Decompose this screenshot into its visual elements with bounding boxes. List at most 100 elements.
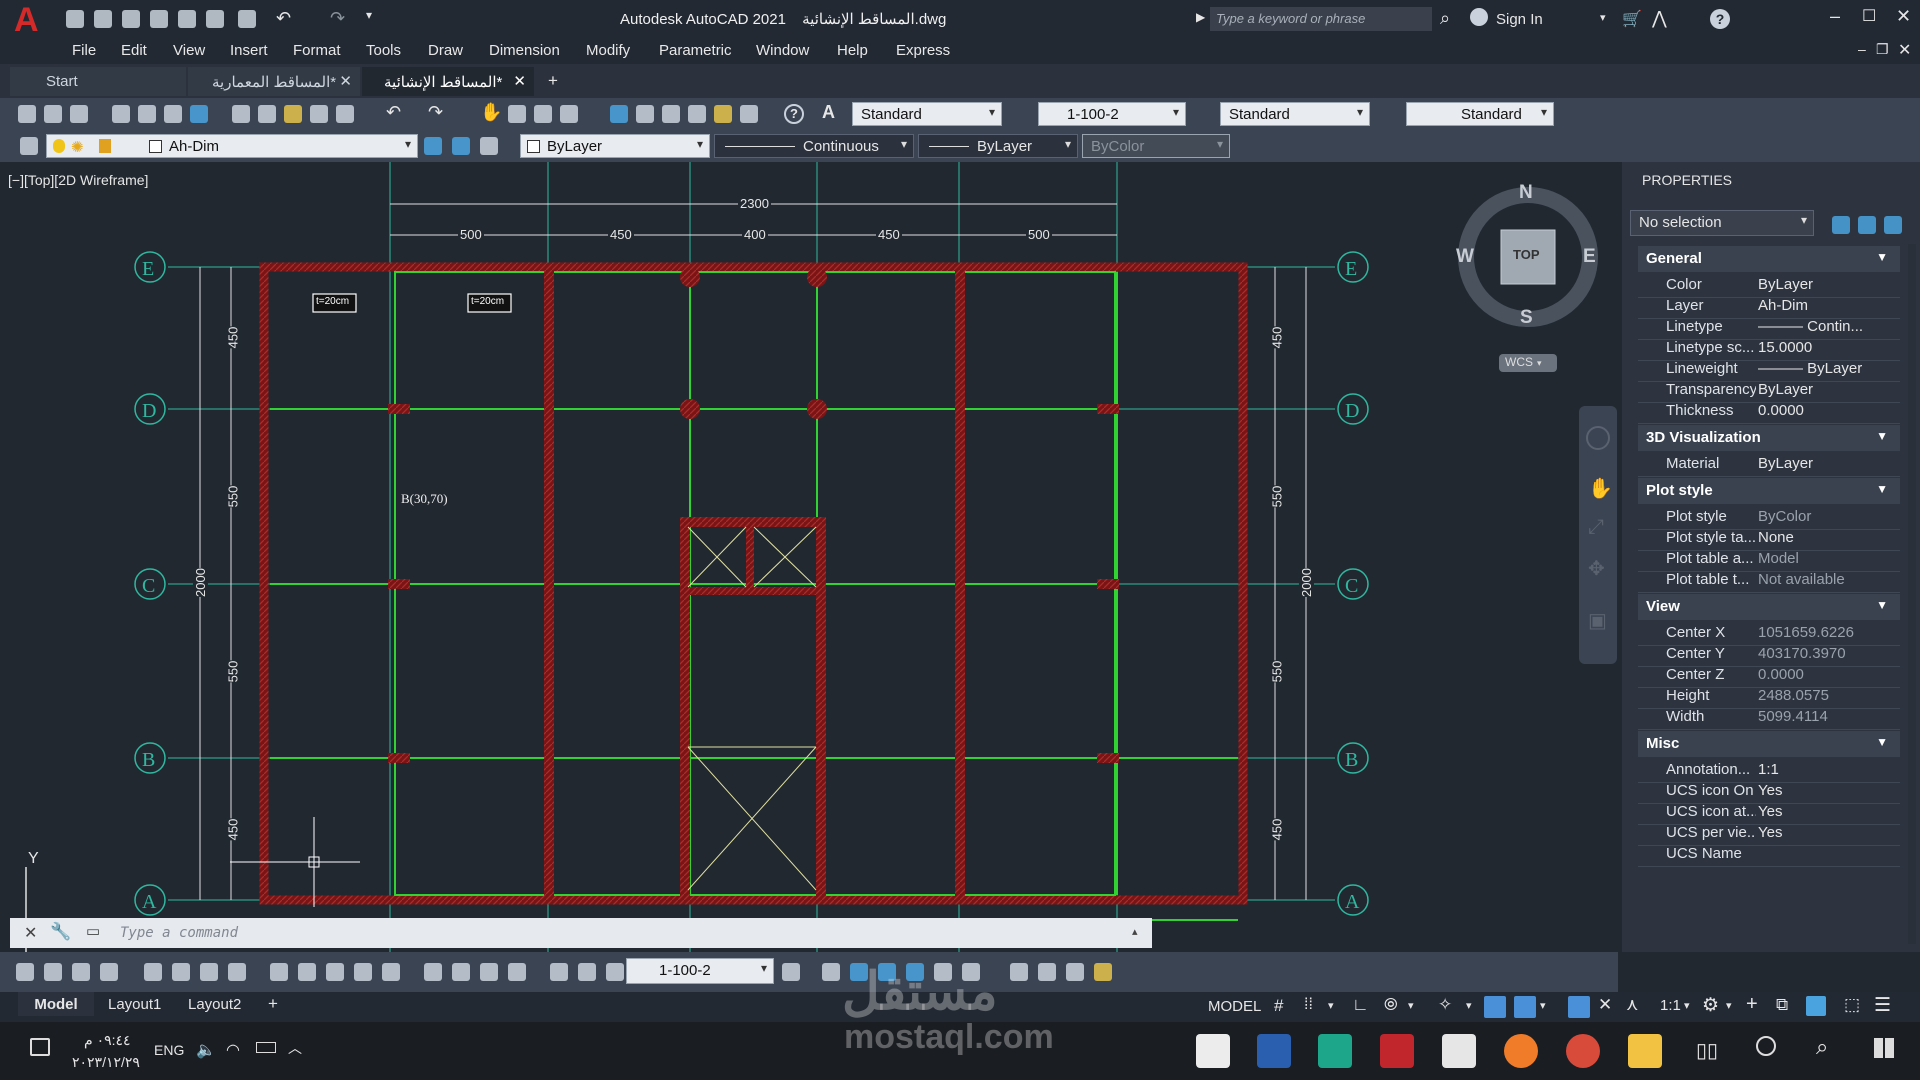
- sign-in-link[interactable]: Sign In: [1496, 11, 1543, 28]
- wcs-menu[interactable]: WCS ▾: [1499, 354, 1557, 372]
- cut-icon[interactable]: [232, 105, 250, 123]
- property-row[interactable]: Thickness 0.0000: [1638, 398, 1900, 424]
- menu-dimension[interactable]: Dimension: [489, 42, 560, 59]
- redo-icon[interactable]: ↷: [428, 102, 443, 123]
- dim-break-icon[interactable]: [382, 963, 400, 981]
- firefox-taskbar-icon[interactable]: [1504, 1034, 1538, 1068]
- orbit-icon[interactable]: ✥: [1588, 556, 1605, 581]
- chevron-down-icon[interactable]: ▾: [1726, 999, 1732, 1012]
- layer-tool-icon[interactable]: [1066, 963, 1084, 981]
- menu-format[interactable]: Format: [293, 42, 341, 59]
- property-value[interactable]: 2488.0575: [1758, 687, 1898, 704]
- property-row[interactable]: Material ByLayer: [1638, 451, 1900, 477]
- doc-minimize-icon[interactable]: –: [1858, 41, 1866, 57]
- chevron-down-icon[interactable]: ▼: [1876, 250, 1888, 264]
- text-style-select[interactable]: Standard ▾: [852, 102, 1002, 126]
- pan-icon[interactable]: ✋: [480, 102, 502, 123]
- property-value[interactable]: None: [1758, 529, 1898, 546]
- multileader-style-select[interactable]: Standard ▾: [1406, 102, 1554, 126]
- block-editor-icon[interactable]: [336, 105, 354, 123]
- property-value[interactable]: 0.0000: [1758, 402, 1898, 419]
- property-row[interactable]: Plot table t... Not available: [1638, 567, 1900, 593]
- property-value[interactable]: Not available: [1758, 571, 1898, 588]
- property-value[interactable]: ——— ByLayer: [1758, 360, 1898, 377]
- autocad-logo-icon[interactable]: A: [14, 3, 46, 37]
- close-tab-icon[interactable]: ✕: [339, 72, 352, 90]
- minimize-icon[interactable]: –: [1830, 6, 1840, 27]
- volume-icon[interactable]: 🔈: [196, 1040, 216, 1060]
- app-taskbar-icon[interactable]: [1196, 1034, 1230, 1068]
- section-header[interactable]: Misc ▼: [1638, 731, 1900, 757]
- menu-view[interactable]: View: [173, 42, 205, 59]
- section-header[interactable]: View ▼: [1638, 594, 1900, 620]
- show-hidden-icons-icon[interactable]: ︿: [288, 1038, 302, 1058]
- lineweight-select[interactable]: ByLayer ▾: [918, 134, 1078, 158]
- help-icon[interactable]: ?: [1710, 9, 1730, 29]
- layout-tab-model[interactable]: Model: [18, 992, 94, 1016]
- menu-express[interactable]: Express: [896, 42, 950, 59]
- properties-icon[interactable]: [610, 105, 628, 123]
- make-current-icon[interactable]: [424, 137, 442, 155]
- plus-icon[interactable]: +: [1746, 993, 1758, 1016]
- design-center-icon[interactable]: [636, 105, 654, 123]
- dim-arc-icon[interactable]: [72, 963, 90, 981]
- viewcube-west[interactable]: W: [1456, 246, 1474, 268]
- copy-icon[interactable]: [258, 105, 276, 123]
- dim-baseline-icon[interactable]: [298, 963, 316, 981]
- dim-diameter-icon[interactable]: [200, 963, 218, 981]
- chevron-up-icon[interactable]: ▴: [1132, 925, 1138, 938]
- property-row[interactable]: Width 5099.4114: [1638, 704, 1900, 730]
- toggle-pickadd-icon[interactable]: [1832, 216, 1850, 234]
- search-icon[interactable]: ⌕: [1816, 1034, 1828, 1060]
- viewcube-north[interactable]: N: [1519, 182, 1533, 204]
- layer-tool-icon[interactable]: [822, 963, 840, 981]
- layer-tool-icon[interactable]: [1038, 963, 1056, 981]
- calculator-icon[interactable]: [740, 105, 758, 123]
- chevron-down-icon[interactable]: ▾: [1466, 999, 1472, 1012]
- grid-icon[interactable]: #: [1274, 996, 1283, 1016]
- dim-space-icon[interactable]: [354, 963, 372, 981]
- tab-architectural[interactable]: المساقط المعمارية* ✕: [188, 67, 360, 96]
- search-input[interactable]: Type a keyword or phrase: [1210, 7, 1432, 31]
- notification-icon[interactable]: [30, 1038, 50, 1056]
- menu-file[interactable]: File: [72, 42, 96, 59]
- menu-insert[interactable]: Insert: [230, 42, 268, 59]
- mail-taskbar-icon[interactable]: [1442, 1034, 1476, 1068]
- publish-icon[interactable]: [164, 105, 182, 123]
- property-value[interactable]: ByColor: [1758, 508, 1898, 525]
- linetype-select[interactable]: Continuous ▾: [714, 134, 914, 158]
- dim-update-icon[interactable]: [606, 963, 624, 981]
- web-open-icon[interactable]: [178, 10, 196, 28]
- object-snap-tracking-icon[interactable]: [1484, 996, 1506, 1018]
- layer-tool-icon[interactable]: [1010, 963, 1028, 981]
- plot-preview-icon[interactable]: [138, 105, 156, 123]
- layer-lock-icon[interactable]: [1094, 963, 1112, 981]
- menu-edit[interactable]: Edit: [121, 42, 147, 59]
- zoom-window-icon[interactable]: [534, 105, 552, 123]
- workspace-gear-icon[interactable]: ⚙: [1702, 994, 1719, 1017]
- property-value[interactable]: Yes: [1758, 824, 1898, 841]
- close-icon[interactable]: ✕: [1896, 6, 1911, 27]
- open-icon[interactable]: [44, 105, 62, 123]
- select-objects-icon[interactable]: [1858, 216, 1876, 234]
- layer-previous-icon[interactable]: [452, 137, 470, 155]
- clock-date[interactable]: ٢٠٢٣/١٢/٢٩: [72, 1054, 140, 1071]
- section-header[interactable]: General ▼: [1638, 246, 1900, 272]
- quick-dim-icon[interactable]: [270, 963, 288, 981]
- object-snap-icon[interactable]: [1514, 996, 1536, 1018]
- redo-icon[interactable]: ↷: [330, 8, 345, 29]
- scrollbar[interactable]: [1908, 244, 1916, 944]
- snap-icon[interactable]: ⁞⁞: [1304, 996, 1313, 1014]
- layer-state-icon[interactable]: [480, 137, 498, 155]
- customize-qat-icon[interactable]: ▾: [366, 8, 372, 22]
- property-value[interactable]: 15.0000: [1758, 339, 1898, 356]
- menu-draw[interactable]: Draw: [428, 42, 463, 59]
- property-row[interactable]: UCS Name: [1638, 841, 1900, 867]
- property-value[interactable]: 1051659.6226: [1758, 624, 1898, 641]
- property-value[interactable]: ByLayer: [1758, 455, 1898, 472]
- annotation-scale-icon[interactable]: ⋏: [1626, 995, 1638, 1015]
- dim-linear-icon[interactable]: [16, 963, 34, 981]
- plot-icon[interactable]: [112, 105, 130, 123]
- property-value[interactable]: Model: [1758, 550, 1898, 567]
- property-value[interactable]: Yes: [1758, 782, 1898, 799]
